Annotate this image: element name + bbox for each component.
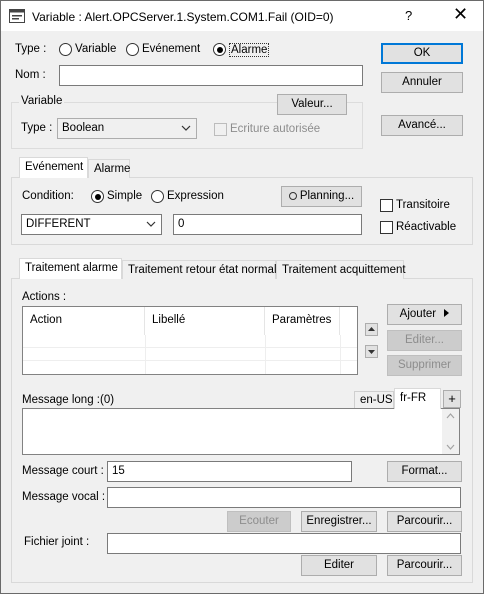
- valeur-button[interactable]: Valeur...: [277, 94, 347, 115]
- ajouter-label: Ajouter: [399, 308, 437, 320]
- format-button[interactable]: Format...: [387, 461, 462, 482]
- ecriture-checkbox[interactable]: [214, 123, 227, 136]
- editer-fichier-button[interactable]: Editer: [301, 555, 377, 576]
- type-evenement-label: Evénement: [142, 43, 201, 55]
- grid-line: [23, 347, 357, 348]
- tab-traitement-acquittement[interactable]: Traitement acquittement: [276, 260, 406, 279]
- parcourir-vocal-button[interactable]: Parcourir...: [387, 511, 462, 532]
- message-long-label: Message long :: [22, 394, 100, 406]
- scroll-up-icon: [446, 413, 455, 419]
- annuler-button[interactable]: Annuler: [381, 72, 463, 93]
- chevron-down-icon: [146, 221, 156, 227]
- grid-line: [23, 360, 357, 361]
- condition-simple-radio[interactable]: [91, 190, 104, 203]
- window-title: Variable : Alert.OPCServer.1.System.COM1…: [32, 10, 334, 24]
- move-down-button[interactable]: [365, 345, 378, 358]
- ajouter-button[interactable]: Ajouter: [387, 304, 462, 325]
- operator-select[interactable]: DIFFERENT: [21, 214, 162, 235]
- scrollbar[interactable]: [442, 409, 459, 454]
- nom-input[interactable]: [59, 65, 363, 86]
- ecouter-button[interactable]: Ecouter: [227, 511, 291, 532]
- column-header-libelle[interactable]: Libellé: [145, 307, 265, 335]
- message-court-label: Message court :: [22, 465, 104, 477]
- message-vocal-label: Message vocal :: [22, 491, 106, 503]
- variable-type-label: Type :: [21, 122, 53, 134]
- reactivable-label: Réactivable: [396, 221, 457, 233]
- type-alarme-label: Alarme: [229, 43, 270, 57]
- grid-line: [340, 335, 341, 374]
- type-variable-radio[interactable]: [59, 43, 72, 56]
- supprimer-action-button[interactable]: Supprimer: [387, 355, 462, 376]
- type-evenement-radio[interactable]: [126, 43, 139, 56]
- column-header-action[interactable]: Action: [23, 307, 145, 335]
- reactivable-checkbox[interactable]: [380, 221, 393, 234]
- transitoire-checkbox[interactable]: [380, 199, 393, 212]
- type-label: Type :: [15, 43, 47, 55]
- clock-icon: [288, 192, 297, 200]
- condition-expression-radio[interactable]: [151, 190, 164, 203]
- fichier-joint-label: Fichier joint :: [24, 536, 90, 548]
- lang-tab-fr-fr[interactable]: fr-FR: [394, 388, 441, 409]
- actions-label: Actions :: [22, 291, 67, 303]
- parcourir-fichier-button[interactable]: Parcourir...: [387, 555, 462, 576]
- condition-simple-label: Simple: [107, 190, 143, 202]
- operand-input[interactable]: 0: [173, 214, 362, 235]
- variable-type-select[interactable]: Boolean: [57, 118, 197, 139]
- message-vocal-input[interactable]: [107, 487, 461, 508]
- ok-button[interactable]: OK: [381, 43, 463, 64]
- transitoire-label: Transitoire: [396, 199, 450, 211]
- planning-label: Planning...: [299, 190, 355, 202]
- message-long-textarea[interactable]: [22, 408, 460, 455]
- triangle-right-icon: [444, 309, 450, 317]
- grid-line: [265, 335, 266, 374]
- arrow-down-icon: [368, 350, 375, 354]
- lang-tab-en-us[interactable]: en-US: [354, 391, 394, 409]
- tab-evenement[interactable]: Evénement: [19, 157, 88, 178]
- variable-dialog: Variable : Alert.OPCServer.1.System.COM1…: [0, 0, 484, 594]
- tab-alarme[interactable]: Alarme: [88, 159, 130, 178]
- nom-label: Nom :: [15, 69, 46, 81]
- avance-button[interactable]: Avancé...: [381, 115, 463, 136]
- type-variable-label: Variable: [75, 43, 117, 55]
- enregistrer-button[interactable]: Enregistrer...: [301, 511, 377, 532]
- tab-traitement-retour[interactable]: Traitement retour état normal: [122, 260, 277, 279]
- close-button[interactable]: ✕: [453, 4, 468, 25]
- chevron-down-icon: [181, 125, 191, 131]
- column-header-parametres[interactable]: Paramètres: [265, 307, 340, 335]
- condition-expression-label: Expression: [167, 190, 224, 202]
- fichier-joint-input[interactable]: [107, 533, 461, 554]
- message-long-count: (0): [100, 394, 115, 406]
- help-button[interactable]: ?: [405, 8, 412, 23]
- editer-action-button[interactable]: Editer...: [387, 330, 462, 351]
- variable-type-value: Boolean: [62, 122, 105, 134]
- ecriture-label: Ecriture autorisée: [230, 123, 321, 135]
- app-icon: [9, 9, 25, 23]
- message-court-input[interactable]: 15: [107, 461, 352, 482]
- type-alarme-radio[interactable]: [213, 43, 226, 56]
- operator-value: DIFFERENT: [26, 218, 91, 230]
- scroll-down-icon: [446, 444, 455, 450]
- planning-button[interactable]: Planning...: [281, 186, 362, 207]
- grid-line: [145, 335, 146, 374]
- variable-group-title: Variable: [19, 95, 65, 107]
- actions-list[interactable]: Action Libellé Paramètres: [22, 306, 358, 375]
- title-bar: Variable : Alert.OPCServer.1.System.COM1…: [1, 1, 483, 31]
- tab-traitement-alarme[interactable]: Traitement alarme: [19, 258, 122, 279]
- add-language-button[interactable]: +: [443, 390, 461, 408]
- condition-label: Condition:: [22, 190, 74, 202]
- move-up-button[interactable]: [365, 323, 378, 336]
- arrow-up-icon: [368, 327, 375, 331]
